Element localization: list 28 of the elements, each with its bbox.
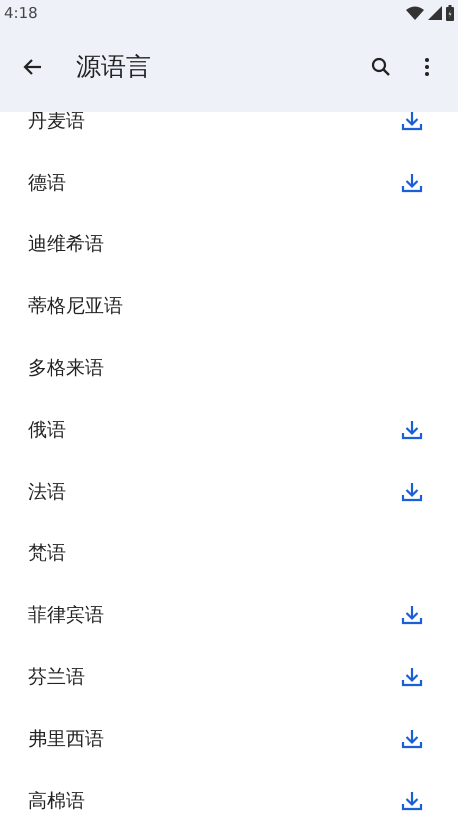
language-item[interactable]: 菲律宾语	[0, 584, 458, 646]
wifi-icon	[406, 6, 424, 20]
language-item[interactable]: 迪维希语	[0, 214, 458, 276]
language-name: 高棉语	[28, 788, 85, 814]
language-name: 法语	[28, 480, 66, 505]
status-time: 4:18	[4, 4, 38, 22]
language-item[interactable]: 德语	[0, 152, 458, 214]
language-name: 芬兰语	[28, 665, 85, 690]
language-item[interactable]: 高棉语	[0, 770, 458, 820]
language-name: 俄语	[28, 418, 66, 443]
signal-icon	[428, 6, 442, 20]
language-name: 蒂格尼亚语	[28, 294, 123, 320]
language-item[interactable]: 多格来语	[0, 337, 458, 399]
download-icon[interactable]	[400, 112, 424, 133]
language-item[interactable]: 法语	[0, 460, 458, 523]
language-item[interactable]: 蒂格尼亚语	[0, 275, 458, 338]
language-name: 迪维希语	[28, 232, 104, 258]
language-name: 多格来语	[28, 356, 104, 382]
language-name: 菲律宾语	[28, 603, 104, 628]
language-name: 德语	[28, 170, 66, 196]
language-name: 梵语	[28, 541, 66, 566]
language-item[interactable]: 芬兰语	[0, 646, 458, 708]
language-item[interactable]: 梵语	[0, 522, 458, 584]
language-item[interactable]: 俄语	[0, 398, 458, 461]
language-item[interactable]: 弗里西语	[0, 708, 458, 770]
language-name: 弗里西语	[28, 726, 104, 752]
battery-icon	[446, 4, 454, 20]
screen-title: 源语言	[76, 51, 152, 83]
